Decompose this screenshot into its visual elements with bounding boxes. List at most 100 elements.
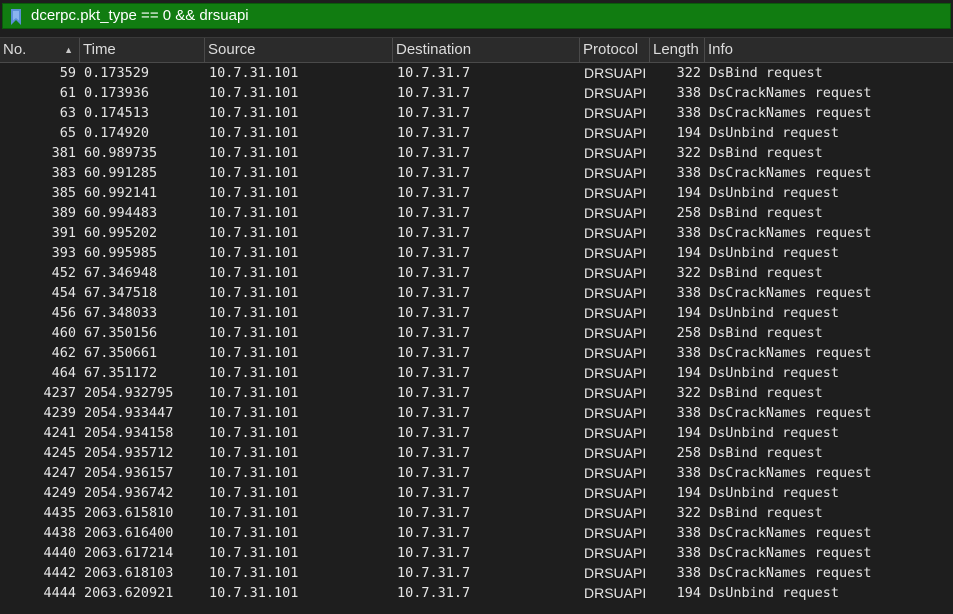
column-header-source-label: Source (208, 41, 256, 58)
packet-info: DsCrackNames request (709, 565, 872, 581)
column-header-source[interactable]: Source (205, 38, 393, 62)
filter-bookmark-button[interactable] (6, 7, 26, 27)
packet-protocol: DRSUAPI (584, 325, 647, 341)
column-header-info-label: Info (708, 41, 734, 58)
packet-info: DsUnbind request (709, 125, 840, 141)
packet-info: DsUnbind request (709, 245, 840, 261)
packet-row[interactable]: 61 0.173936 10.7.31.101 10.7.31.7 DRSUAPI 338… (0, 83, 953, 103)
packet-row[interactable]: 460 67.350156 10.7.31.101 10.7.31.7 DRSUAPI 2… (0, 323, 953, 343)
packet-time: 60.989735 (84, 145, 158, 161)
packet-number: 452 (51, 265, 76, 281)
packet-length: 338 (676, 545, 701, 561)
packet-protocol: DRSUAPI (584, 445, 647, 461)
packet-row[interactable]: 4245 2054.935712 10.7.31.101 10.7.31.7 DRSUA… (0, 443, 953, 463)
packet-row[interactable]: 389 60.994483 10.7.31.101 10.7.31.7 DRSUAPI 2… (0, 203, 953, 223)
column-header-info[interactable]: Info (705, 38, 953, 62)
packet-length: 194 (676, 185, 701, 201)
packet-row[interactable]: 4247 2054.936157 10.7.31.101 10.7.31.7 DRSUA… (0, 463, 953, 483)
packet-row[interactable]: 462 67.350661 10.7.31.101 10.7.31.7 DRSUAPI 3… (0, 343, 953, 363)
packet-row[interactable]: 4241 2054.934158 10.7.31.101 10.7.31.7 DRSUA… (0, 423, 953, 443)
packet-length: 322 (676, 505, 701, 521)
packet-destination: 10.7.31.7 (397, 205, 471, 221)
packet-time: 0.174513 (84, 105, 150, 121)
packet-row[interactable]: 4442 2063.618103 10.7.31.101 10.7.31.7 DRSUA… (0, 563, 953, 583)
packet-number: 4239 (43, 405, 76, 421)
packet-number: 4438 (43, 525, 76, 541)
packet-source: 10.7.31.101 (209, 225, 299, 241)
packet-row[interactable]: 456 67.348033 10.7.31.101 10.7.31.7 DRSUAPI 1… (0, 303, 953, 323)
display-filter-input[interactable] (29, 5, 931, 27)
packet-row[interactable]: 63 0.174513 10.7.31.101 10.7.31.7 DRSUAPI 338… (0, 103, 953, 123)
packet-row[interactable]: 4440 2063.617214 10.7.31.101 10.7.31.7 DRSUA… (0, 543, 953, 563)
packet-row[interactable]: 383 60.991285 10.7.31.101 10.7.31.7 DRSUAPI 3… (0, 163, 953, 183)
packet-row[interactable]: 391 60.995202 10.7.31.101 10.7.31.7 DRSUAPI 3… (0, 223, 953, 243)
packet-row[interactable]: 65 0.174920 10.7.31.101 10.7.31.7 DRSUAPI 194… (0, 123, 953, 143)
packet-length: 338 (676, 345, 701, 361)
packet-number: 4444 (43, 585, 76, 601)
packet-row[interactable]: 4444 2063.620921 10.7.31.101 10.7.31.7 DRSUA… (0, 583, 953, 603)
packet-row[interactable]: 59 0.173529 10.7.31.101 10.7.31.7 DRSUAPI 322… (0, 63, 953, 83)
packet-row[interactable]: 452 67.346948 10.7.31.101 10.7.31.7 DRSUAPI 3… (0, 263, 953, 283)
packet-length: 338 (676, 465, 701, 481)
packet-info: DsCrackNames request (709, 465, 872, 481)
display-filter-toolbar (0, 0, 953, 33)
packet-row[interactable]: 4438 2063.616400 10.7.31.101 10.7.31.7 DRSUA… (0, 523, 953, 543)
display-filter-box[interactable] (2, 3, 951, 29)
packet-info: DsCrackNames request (709, 105, 872, 121)
packet-number: 65 (59, 125, 76, 141)
packet-row[interactable]: 381 60.989735 10.7.31.101 10.7.31.7 DRSUAPI 3… (0, 143, 953, 163)
column-header-protocol[interactable]: Protocol (580, 38, 650, 62)
packet-destination: 10.7.31.7 (397, 405, 471, 421)
column-header-no[interactable]: No. ▲ (0, 38, 80, 62)
packet-row[interactable]: 4249 2054.936742 10.7.31.101 10.7.31.7 DRSUA… (0, 483, 953, 503)
packet-info: DsCrackNames request (709, 545, 872, 561)
packet-destination: 10.7.31.7 (397, 365, 471, 381)
packet-length: 258 (676, 325, 701, 341)
packet-time: 2054.934158 (84, 425, 174, 441)
column-header-destination[interactable]: Destination (393, 38, 580, 62)
column-header-time[interactable]: Time (80, 38, 205, 62)
packet-source: 10.7.31.101 (209, 485, 299, 501)
packet-destination: 10.7.31.7 (397, 325, 471, 341)
packet-source: 10.7.31.101 (209, 545, 299, 561)
packet-protocol: DRSUAPI (584, 165, 647, 181)
packet-time: 60.992141 (84, 185, 158, 201)
packet-info: DsUnbind request (709, 365, 840, 381)
packet-number: 460 (51, 325, 76, 341)
packet-source: 10.7.31.101 (209, 165, 299, 181)
packet-source: 10.7.31.101 (209, 145, 299, 161)
packet-destination: 10.7.31.7 (397, 545, 471, 561)
packet-protocol: DRSUAPI (584, 505, 647, 521)
packet-info: DsBind request (709, 505, 823, 521)
packet-row[interactable]: 4237 2054.932795 10.7.31.101 10.7.31.7 DRSUA… (0, 383, 953, 403)
packet-number: 4237 (43, 385, 76, 401)
packet-row[interactable]: 454 67.347518 10.7.31.101 10.7.31.7 DRSUAPI 3… (0, 283, 953, 303)
packet-number: 4440 (43, 545, 76, 561)
packet-time: 2063.617214 (84, 545, 174, 561)
packet-source: 10.7.31.101 (209, 185, 299, 201)
packet-length: 194 (676, 125, 701, 141)
packet-time: 67.351172 (84, 365, 158, 381)
packet-protocol: DRSUAPI (584, 585, 647, 601)
packet-number: 462 (51, 345, 76, 361)
packet-number: 389 (51, 205, 76, 221)
packet-row[interactable]: 4239 2054.933447 10.7.31.101 10.7.31.7 DRSUA… (0, 403, 953, 423)
column-header-no-label: No. (3, 41, 27, 58)
packet-protocol: DRSUAPI (584, 85, 647, 101)
packet-destination: 10.7.31.7 (397, 585, 471, 601)
packet-row[interactable]: 385 60.992141 10.7.31.101 10.7.31.7 DRSUAPI 1… (0, 183, 953, 203)
packet-destination: 10.7.31.7 (397, 245, 471, 261)
packet-length: 322 (676, 385, 701, 401)
packet-time: 2063.615810 (84, 505, 174, 521)
packet-destination: 10.7.31.7 (397, 85, 471, 101)
column-header-length[interactable]: Length (650, 38, 705, 62)
packet-source: 10.7.31.101 (209, 245, 299, 261)
packet-destination: 10.7.31.7 (397, 185, 471, 201)
packet-number: 59 (59, 65, 76, 81)
packet-source: 10.7.31.101 (209, 525, 299, 541)
packet-row[interactable]: 464 67.351172 10.7.31.101 10.7.31.7 DRSUAPI 1… (0, 363, 953, 383)
packet-row[interactable]: 393 60.995985 10.7.31.101 10.7.31.7 DRSUAPI 1… (0, 243, 953, 263)
packet-row[interactable]: 4435 2063.615810 10.7.31.101 10.7.31.7 DRSUA… (0, 503, 953, 523)
packet-destination: 10.7.31.7 (397, 345, 471, 361)
packet-time: 0.174920 (84, 125, 150, 141)
